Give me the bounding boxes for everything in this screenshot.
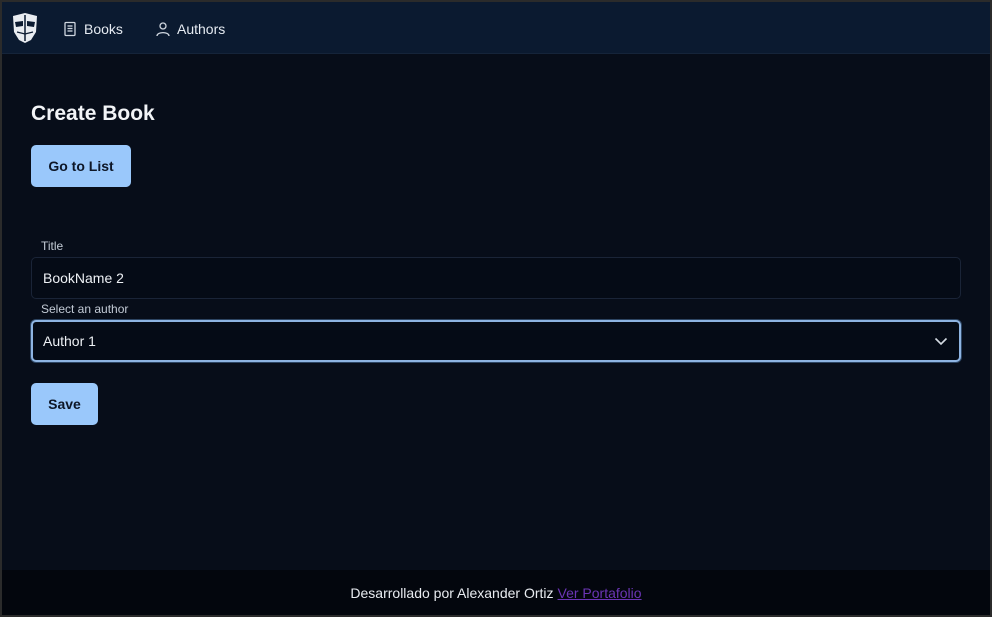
portfolio-link[interactable]: Ver Portafolio xyxy=(558,585,642,601)
author-select-label: Select an author xyxy=(41,302,129,316)
nav-item-authors-label: Authors xyxy=(177,21,226,37)
book-icon xyxy=(64,21,76,37)
title-label: Title xyxy=(41,239,64,253)
footer: Desarrollado por Alexander Ortiz Ver Por… xyxy=(2,570,990,615)
title-input[interactable]: BookName 2 xyxy=(31,257,961,299)
chevron-down-icon xyxy=(934,337,948,346)
user-icon xyxy=(156,22,170,37)
author-select-value: Author 1 xyxy=(43,333,96,349)
app-window: Books Authors Create Book Go to List Tit… xyxy=(2,2,990,615)
nav-item-books-label: Books xyxy=(84,21,123,37)
page-title: Create Book xyxy=(31,102,155,125)
nav-item-books[interactable]: Books xyxy=(62,18,123,40)
title-input-value: BookName 2 xyxy=(43,270,124,286)
navbar: Books Authors xyxy=(2,2,990,54)
mask-logo-icon[interactable] xyxy=(11,12,39,44)
go-to-list-button[interactable]: Go to List xyxy=(31,145,131,187)
footer-credit: Desarrollado por Alexander Ortiz xyxy=(350,584,554,601)
save-button[interactable]: Save xyxy=(31,383,98,425)
author-select[interactable]: Author 1 xyxy=(31,320,961,362)
nav-item-authors[interactable]: Authors xyxy=(155,18,225,40)
